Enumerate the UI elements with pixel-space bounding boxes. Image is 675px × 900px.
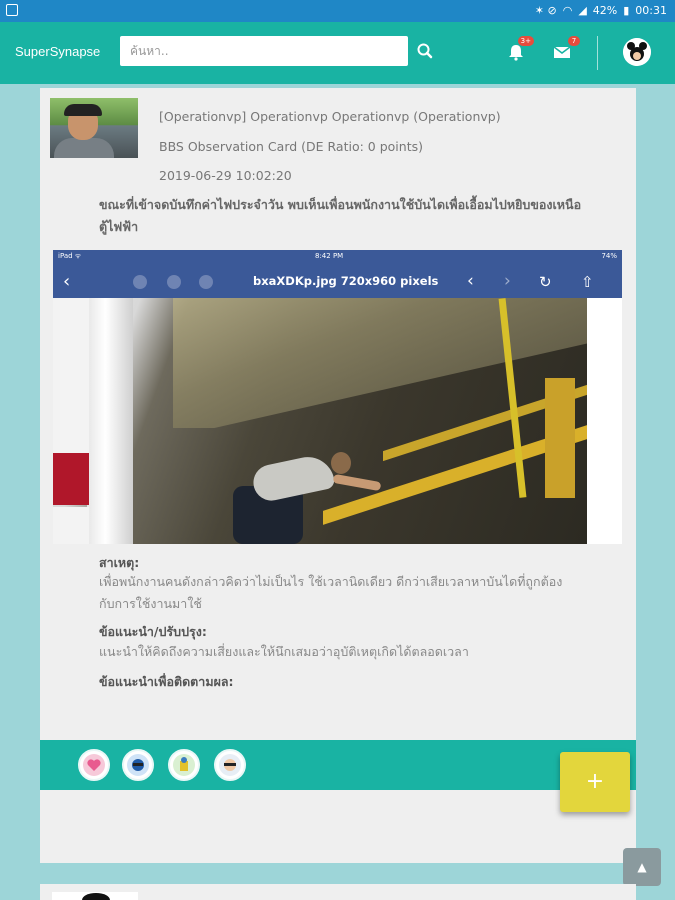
embedded-chat-icon (167, 275, 181, 289)
suggestion-label: ข้อแนะนำ/ปรับปรุง: (99, 624, 207, 639)
suggestion-text: แนะนำให้คิดถึงความเสี่ยงและให้นึกเสมอว่า… (99, 644, 469, 659)
embedded-prev-icon: ‹ (467, 271, 474, 291)
embedded-image-title: bxaXDKp.jpg 720x960 pixels (253, 274, 439, 288)
messages-badge: 7 (568, 36, 580, 46)
embedded-back-icon: ‹ (63, 271, 71, 292)
user-avatar[interactable] (623, 38, 651, 66)
poster-avatar[interactable] (50, 98, 138, 158)
wifi-icon: ◠ (562, 4, 573, 17)
embedded-time: 8:42 PM (315, 252, 344, 260)
share-it-sticker-icon[interactable] (122, 749, 154, 781)
reaction-strip (40, 740, 636, 790)
app-header: SuperSynapse 3+ 7 (0, 22, 675, 84)
embedded-next-icon: › (504, 271, 511, 291)
embedded-friends-icon (133, 275, 147, 289)
messages-mail-icon[interactable]: 7 (552, 36, 580, 62)
cell-signal-icon: ◢ (578, 4, 587, 17)
embedded-ios-status-bar: iPad ᯤ 8:42 PM 74% (53, 250, 622, 264)
love-it-sticker-icon[interactable] (78, 749, 110, 781)
gallery-icon (6, 4, 18, 16)
next-post-card (40, 884, 636, 900)
embedded-nav-bar: ‹ bxaXDKp.jpg 720x960 pixels ‹ › ↻ ⇧ (53, 264, 622, 298)
trust-it-sticker-icon[interactable] (168, 749, 200, 781)
search-icon[interactable] (416, 42, 434, 60)
embedded-share-icon: ⇧ (581, 273, 594, 291)
add-post-button[interactable]: + (560, 752, 630, 812)
followup-label: ข้อแนะนำเพื่อติดตามผล: (99, 674, 234, 689)
comment-it-sticker-icon[interactable] (214, 749, 246, 781)
header-divider (597, 36, 598, 70)
notifications-bell-icon[interactable]: 3+ (506, 36, 534, 62)
battery-percent: 42% (592, 4, 618, 17)
next-poster-avatar[interactable] (52, 892, 138, 900)
signal-icon: ✶ ⊘ (534, 4, 557, 17)
scroll-to-top-button[interactable]: ▲ (623, 848, 661, 886)
battery-icon: ▮ (623, 4, 630, 17)
post-card-type: BBS Observation Card (DE Ratio: 0 points… (159, 139, 423, 154)
status-time: 00:31 (635, 4, 667, 17)
embedded-globe-icon (199, 275, 213, 289)
embedded-battery: 74% (601, 252, 617, 260)
post-image[interactable]: iPad ᯤ 8:42 PM 74% ‹ bxaXDKp.jpg 720x960… (53, 250, 622, 544)
system-status-bar: ✶ ⊘ ◠ ◢ 42% ▮ 00:31 (0, 0, 675, 22)
cause-label: สาเหตุ: (99, 555, 140, 570)
cause-text: เพื่อพนักงานคนดังกล่าวคิดว่าไม่เป็นไร ใช… (99, 574, 563, 611)
search-input[interactable] (120, 36, 408, 66)
post-date: 2019-06-29 10:02:20 (159, 168, 292, 183)
embedded-device-label: iPad ᯤ (58, 252, 82, 260)
worker-photo (53, 298, 587, 544)
notifications-badge: 3+ (517, 36, 534, 46)
brand-logo[interactable]: SuperSynapse (15, 44, 100, 59)
post-author[interactable]: [Operationvp] Operationvp Operationvp (O… (159, 109, 501, 124)
post-card: [Operationvp] Operationvp Operationvp (O… (40, 88, 636, 863)
embedded-refresh-icon: ↻ (539, 273, 552, 291)
post-description: ขณะที่เข้าจดบันทึกค่าไฟประจำวัน พบเห็นเพ… (99, 197, 582, 234)
